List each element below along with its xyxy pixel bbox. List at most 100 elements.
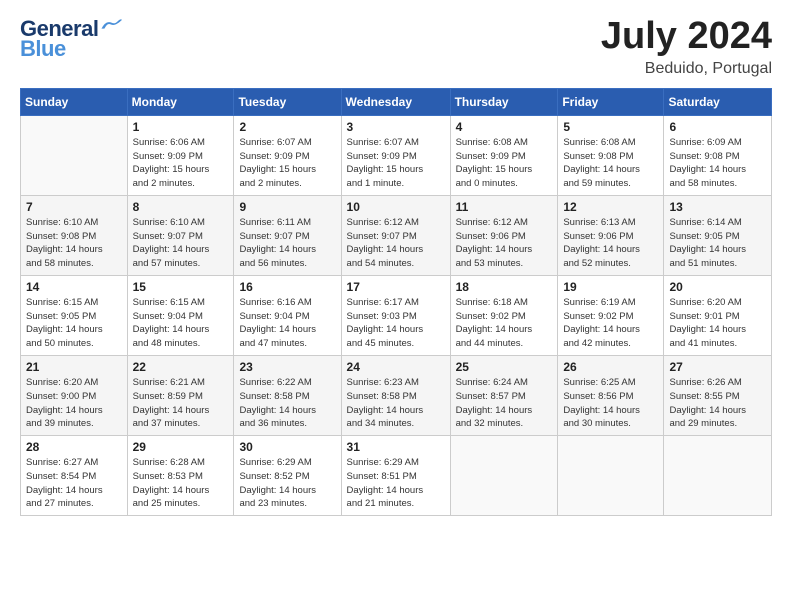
day-cell: 8 Sunrise: 6:10 AMSunset: 9:07 PMDaylight…	[127, 195, 234, 275]
day-number: 22	[133, 360, 229, 374]
day-info: Sunrise: 6:08 AMSunset: 9:08 PMDaylight:…	[563, 136, 658, 191]
day-cell: 23 Sunrise: 6:22 AMSunset: 8:58 PMDayligh…	[234, 355, 341, 435]
week-row-5: 28 Sunrise: 6:27 AMSunset: 8:54 PMDayligh…	[21, 436, 772, 516]
day-number: 3	[347, 120, 445, 134]
day-number: 19	[563, 280, 658, 294]
day-number: 10	[347, 200, 445, 214]
day-cell: 14Sunrise: 6:15 AMSunset: 9:05 PMDayligh…	[21, 275, 128, 355]
calendar-table: Sunday Monday Tuesday Wednesday Thursday…	[20, 88, 772, 516]
header-friday: Friday	[558, 88, 664, 115]
day-cell: 15Sunrise: 6:15 AMSunset: 9:04 PMDayligh…	[127, 275, 234, 355]
day-number: 2	[239, 120, 335, 134]
day-number: 4	[456, 120, 553, 134]
day-number: 18	[456, 280, 553, 294]
day-number: 17	[347, 280, 445, 294]
week-row-4: 21 Sunrise: 6:20 AMSunset: 9:00 PMDayligh…	[21, 355, 772, 435]
day-info: Sunrise: 6:26 AMSunset: 8:55 PMDaylight:…	[669, 376, 766, 431]
day-cell	[664, 436, 772, 516]
header-monday: Monday	[127, 88, 234, 115]
week-row-2: 7Sunrise: 6:10 AMSunset: 9:08 PMDaylight…	[21, 195, 772, 275]
day-info: Sunrise: 6:13 AMSunset: 9:06 PMDaylight:…	[563, 216, 658, 271]
day-info: Sunrise: 6:09 AMSunset: 9:08 PMDaylight:…	[669, 136, 766, 191]
day-number: 13	[669, 200, 766, 214]
day-number: 16	[239, 280, 335, 294]
day-info: Sunrise: 6:08 AMSunset: 9:09 PMDaylight:…	[456, 136, 553, 191]
day-number: 26	[563, 360, 658, 374]
day-info: Sunrise: 6:17 AMSunset: 9:03 PMDaylight:…	[347, 296, 445, 351]
header-sunday: Sunday	[21, 88, 128, 115]
day-info: Sunrise: 6:29 AMSunset: 8:51 PMDaylight:…	[347, 456, 445, 511]
day-cell: 13Sunrise: 6:14 AMSunset: 9:05 PMDayligh…	[664, 195, 772, 275]
day-info: Sunrise: 6:24 AMSunset: 8:57 PMDaylight:…	[456, 376, 553, 431]
day-cell: 31 Sunrise: 6:29 AMSunset: 8:51 PMDayligh…	[341, 436, 450, 516]
header-wednesday: Wednesday	[341, 88, 450, 115]
day-number: 31	[347, 440, 445, 454]
day-info: Sunrise: 6:10 AMSunset: 9:07 PMDaylight:…	[133, 216, 229, 271]
day-info: Sunrise: 6:12 AMSunset: 9:06 PMDaylight:…	[456, 216, 553, 271]
week-row-1: 1 Sunrise: 6:06 AMSunset: 9:09 PMDaylight…	[21, 115, 772, 195]
day-info: Sunrise: 6:15 AMSunset: 9:05 PMDaylight:…	[26, 296, 122, 351]
day-cell: 29 Sunrise: 6:28 AMSunset: 8:53 PMDayligh…	[127, 436, 234, 516]
day-number: 1	[133, 120, 229, 134]
day-number: 20	[669, 280, 766, 294]
day-info: Sunrise: 6:10 AMSunset: 9:08 PMDaylight:…	[26, 216, 122, 271]
day-number: 29	[133, 440, 229, 454]
day-info: Sunrise: 6:07 AMSunset: 9:09 PMDaylight:…	[239, 136, 335, 191]
day-info: Sunrise: 6:07 AMSunset: 9:09 PMDaylight:…	[347, 136, 445, 191]
day-number: 21	[26, 360, 122, 374]
logo: General Blue	[20, 16, 122, 62]
day-cell: 3 Sunrise: 6:07 AMSunset: 9:09 PMDaylight…	[341, 115, 450, 195]
day-cell: 12 Sunrise: 6:13 AMSunset: 9:06 PMDayligh…	[558, 195, 664, 275]
header: General Blue July 2024 Beduido, Portugal	[20, 16, 772, 78]
logo-blue: Blue	[20, 36, 66, 62]
day-info: Sunrise: 6:06 AMSunset: 9:09 PMDaylight:…	[133, 136, 229, 191]
day-cell: 4 Sunrise: 6:08 AMSunset: 9:09 PMDaylight…	[450, 115, 558, 195]
day-number: 25	[456, 360, 553, 374]
day-info: Sunrise: 6:21 AMSunset: 8:59 PMDaylight:…	[133, 376, 229, 431]
title-block: July 2024 Beduido, Portugal	[601, 16, 772, 78]
day-info: Sunrise: 6:25 AMSunset: 8:56 PMDaylight:…	[563, 376, 658, 431]
day-number: 15	[133, 280, 229, 294]
page: General Blue July 2024 Beduido, Portugal…	[0, 0, 792, 612]
day-cell: 1 Sunrise: 6:06 AMSunset: 9:09 PMDaylight…	[127, 115, 234, 195]
day-cell: 2 Sunrise: 6:07 AMSunset: 9:09 PMDaylight…	[234, 115, 341, 195]
day-cell	[450, 436, 558, 516]
day-number: 24	[347, 360, 445, 374]
day-cell: 17 Sunrise: 6:17 AMSunset: 9:03 PMDayligh…	[341, 275, 450, 355]
day-cell: 27 Sunrise: 6:26 AMSunset: 8:55 PMDayligh…	[664, 355, 772, 435]
day-info: Sunrise: 6:20 AMSunset: 9:00 PMDaylight:…	[26, 376, 122, 431]
header-thursday: Thursday	[450, 88, 558, 115]
day-cell: 11 Sunrise: 6:12 AMSunset: 9:06 PMDayligh…	[450, 195, 558, 275]
day-cell: 25 Sunrise: 6:24 AMSunset: 8:57 PMDayligh…	[450, 355, 558, 435]
day-cell	[558, 436, 664, 516]
day-number: 27	[669, 360, 766, 374]
day-number: 6	[669, 120, 766, 134]
day-number: 9	[239, 200, 335, 214]
day-cell: 20 Sunrise: 6:20 AMSunset: 9:01 PMDayligh…	[664, 275, 772, 355]
day-info: Sunrise: 6:18 AMSunset: 9:02 PMDaylight:…	[456, 296, 553, 351]
day-info: Sunrise: 6:12 AMSunset: 9:07 PMDaylight:…	[347, 216, 445, 271]
day-number: 12	[563, 200, 658, 214]
day-number: 30	[239, 440, 335, 454]
day-number: 8	[133, 200, 229, 214]
day-number: 5	[563, 120, 658, 134]
day-cell: 16 Sunrise: 6:16 AMSunset: 9:04 PMDayligh…	[234, 275, 341, 355]
day-info: Sunrise: 6:28 AMSunset: 8:53 PMDaylight:…	[133, 456, 229, 511]
header-tuesday: Tuesday	[234, 88, 341, 115]
day-info: Sunrise: 6:22 AMSunset: 8:58 PMDaylight:…	[239, 376, 335, 431]
day-number: 28	[26, 440, 122, 454]
day-cell: 9Sunrise: 6:11 AMSunset: 9:07 PMDaylight…	[234, 195, 341, 275]
day-cell: 21 Sunrise: 6:20 AMSunset: 9:00 PMDayligh…	[21, 355, 128, 435]
header-saturday: Saturday	[664, 88, 772, 115]
day-cell: 7Sunrise: 6:10 AMSunset: 9:08 PMDaylight…	[21, 195, 128, 275]
day-number: 23	[239, 360, 335, 374]
week-row-3: 14Sunrise: 6:15 AMSunset: 9:05 PMDayligh…	[21, 275, 772, 355]
day-cell: 22 Sunrise: 6:21 AMSunset: 8:59 PMDayligh…	[127, 355, 234, 435]
day-cell: 28 Sunrise: 6:27 AMSunset: 8:54 PMDayligh…	[21, 436, 128, 516]
day-number: 11	[456, 200, 553, 214]
month-title: July 2024	[601, 16, 772, 58]
day-info: Sunrise: 6:20 AMSunset: 9:01 PMDaylight:…	[669, 296, 766, 351]
day-info: Sunrise: 6:16 AMSunset: 9:04 PMDaylight:…	[239, 296, 335, 351]
day-info: Sunrise: 6:27 AMSunset: 8:54 PMDaylight:…	[26, 456, 122, 511]
weekday-header-row: Sunday Monday Tuesday Wednesday Thursday…	[21, 88, 772, 115]
